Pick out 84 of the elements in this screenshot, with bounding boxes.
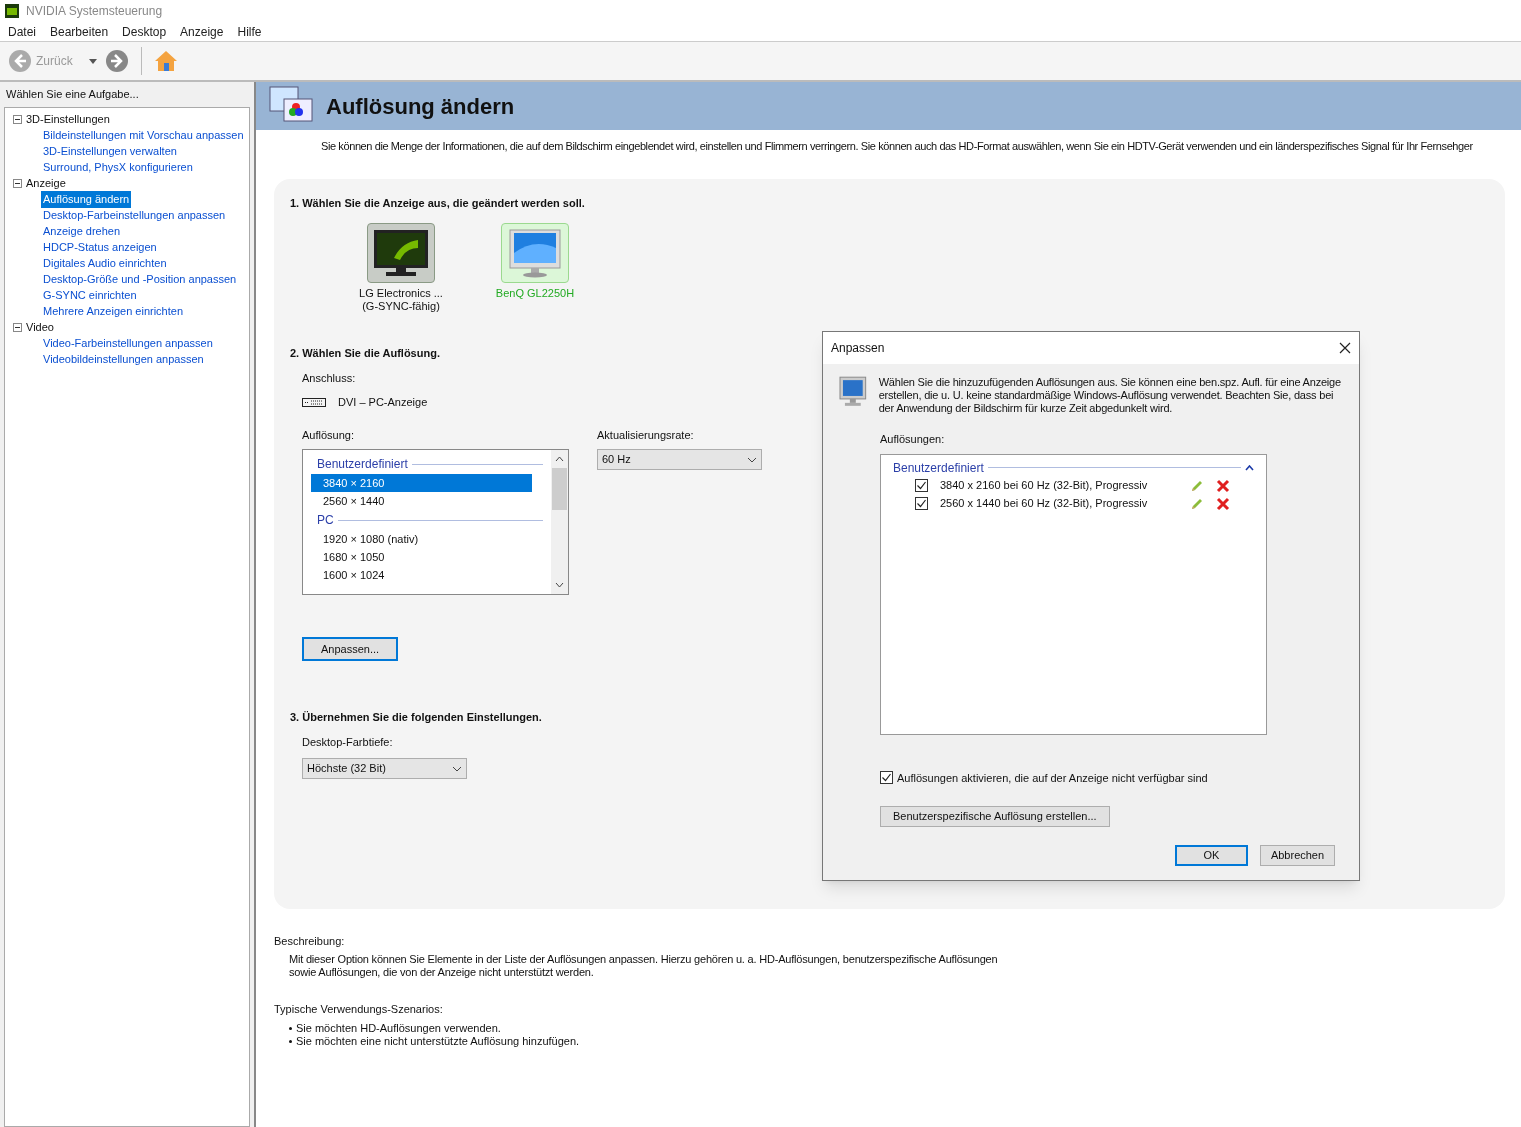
delete-icon[interactable]	[1216, 496, 1230, 511]
field-label: Desktop-Farbtiefe:	[302, 734, 393, 750]
field-label: Auflösungen:	[880, 432, 946, 447]
menu-item[interactable]: Desktop	[122, 22, 167, 41]
tree-item[interactable]: Digitales Audio einrichten	[41, 255, 169, 272]
tree-item[interactable]: Desktop-Größe und -Position anpassen	[41, 271, 239, 288]
tree-item[interactable]: 3D-Einstellungen verwalten	[41, 143, 179, 160]
window-title: NVIDIA Systemsteuerung	[26, 3, 163, 20]
bullet-icon	[289, 1039, 292, 1043]
dialog-message: Wählen Sie die hinzuzufügenden Auflösungen aus. Sie können eine ben.spz. Aufl. für eine Anzeige erstellen, die u. U. keine standardmäßige Windows-Auflösung verwendet. Beachten Sie, dass bei der Anwendung der Bildschirm für kurze Zeit abgedunkelt wird.	[878, 376, 1342, 415]
field-label: Auflösung:	[302, 427, 354, 443]
step-heading: 3. Übernehmen Sie die folgenden Einstellungen.	[290, 710, 543, 725]
delete-icon[interactable]	[1216, 478, 1230, 493]
menu-item[interactable]: Hilfe	[237, 22, 262, 41]
customize-button[interactable]: Anpassen...	[302, 637, 398, 661]
menu-item[interactable]: Anzeige	[180, 22, 224, 41]
field-label: Anschluss:	[302, 370, 356, 386]
scrollbar[interactable]	[551, 450, 568, 594]
menu-item[interactable]: Datei	[8, 22, 36, 41]
section-label: Beschreibung:	[274, 933, 346, 949]
tree-item[interactable]: G-SYNC einrichten	[41, 287, 139, 304]
checkbox-label: Auflösungen aktivieren, die auf der Anzeige nicht verfügbar sind	[897, 770, 1208, 786]
resolution-entry: 3840 x 2160 bei 60 Hz (32-Bit), Progressiv	[940, 478, 1149, 494]
list-item[interactable]: 1600 × 1024	[311, 566, 532, 584]
collapse-toggle-icon[interactable]	[13, 115, 22, 124]
scroll-up-icon[interactable]	[555, 456, 564, 462]
list-item[interactable]: 3840 × 2160	[311, 474, 532, 492]
dialog-title: Anpassen	[831, 340, 885, 357]
list-group-header: PC	[317, 512, 334, 529]
connector-type: DVI – PC-Anzeige	[338, 395, 428, 410]
step-heading: 2. Wählen Sie die Auflösung.	[290, 346, 440, 361]
collapse-toggle-icon[interactable]	[13, 323, 22, 332]
collapse-caret-icon[interactable]	[1245, 464, 1254, 471]
page-title: Auflösung ändern	[326, 92, 515, 121]
list-item[interactable]: 1680 × 1050	[311, 548, 532, 566]
connector-icon	[302, 397, 326, 407]
tree-item[interactable]: Videobildeinstellungen anpassen	[41, 351, 206, 368]
section-label: Typische Verwendungs-Szenarios:	[274, 1002, 444, 1017]
home-icon[interactable]	[153, 49, 178, 73]
description-text: Mit dieser Option können Sie Elemente in der Liste der Auflösungen anpassen. Hierzu gehören u. a. HD-Auflösungen, benutzerspezifische Auflösungen sowie Auflösungen, die von der Anzeige nicht unterstützt werden.	[289, 953, 999, 979]
tree-item[interactable]: Auflösung ändern	[41, 191, 132, 208]
scenario-text: Sie möchten eine nicht unterstützte Auflösung hinzufügen.	[296, 1034, 580, 1048]
scroll-down-icon[interactable]	[555, 582, 564, 588]
tree-group[interactable]: 3D-Einstellungen	[26, 111, 110, 128]
tree-item[interactable]: Surround, PhysX konfigurieren	[41, 159, 195, 176]
field-label: Aktualisierungsrate:	[597, 427, 694, 443]
dropdown-caret-icon[interactable]	[88, 58, 97, 64]
color-depth-dropdown[interactable]: Höchste (32 Bit)	[302, 758, 467, 779]
list-group-header: Benutzerdefiniert	[317, 456, 408, 473]
tree-item[interactable]: Mehrere Anzeigen einrichten	[41, 303, 186, 320]
create-resolution-button[interactable]: Benutzerspezifische Auflösung erstellen...	[880, 806, 1110, 827]
sidebar-heading: Wählen Sie eine Aufgabe...	[5, 87, 140, 102]
tree-item[interactable]: Bildeinstellungen mit Vorschau anpassen	[41, 127, 246, 144]
menu-item[interactable]: Bearbeiten	[50, 22, 109, 41]
tree-group[interactable]: Anzeige	[26, 175, 66, 192]
tree-item[interactable]: HDCP-Status anzeigen	[41, 239, 159, 256]
app-icon	[4, 3, 20, 19]
refresh-rate-dropdown[interactable]: 60 Hz	[597, 449, 762, 470]
chevron-down-icon	[747, 456, 757, 463]
scenario-text: Sie möchten HD-Auflösungen verwenden.	[296, 1021, 501, 1035]
list-item[interactable]: 1920 × 1080 (nativ)	[311, 530, 532, 548]
monitor-icon	[839, 376, 867, 408]
checkbox[interactable]	[880, 771, 893, 785]
display-tile[interactable]: LG Electronics ... (G-SYNC-fähig)	[346, 223, 456, 313]
tree-item[interactable]: Desktop-Farbeinstellungen anpassen	[41, 207, 228, 224]
monitor-icon	[506, 228, 564, 278]
checkbox[interactable]	[915, 497, 928, 510]
tree-item[interactable]: Video-Farbeinstellungen anpassen	[41, 335, 215, 352]
bullet-icon	[289, 1026, 292, 1030]
tree-item[interactable]: Anzeige drehen	[41, 223, 123, 240]
cancel-button[interactable]: Abbrechen	[1260, 845, 1335, 866]
close-icon[interactable]	[1339, 342, 1351, 354]
intro-text: Sie können die Menge der Informationen, die auf dem Bildschirm eingeblendet wird, einstellen und Flimmern verringern. Sie können auch das HD-Format auswählen, wenn Sie ein HDTV-Gerät verwenden und ein länderspezifisches Signal für Ihr Fernsehger	[320, 139, 1474, 154]
tree-group[interactable]: Video	[26, 319, 54, 336]
checkbox[interactable]	[915, 479, 928, 492]
resolution-list[interactable]: Benutzerdefiniert 3840 × 2160 2560 × 1440 PC 1920 × 1080 (nativ) 1680 × 1050 1600 × 1024	[302, 449, 569, 595]
resolution-entry: 2560 x 1440 bei 60 Hz (32-Bit), Progressiv	[940, 496, 1149, 512]
list-group-header: Benutzerdefiniert	[893, 459, 984, 477]
ok-button[interactable]: OK	[1175, 845, 1248, 866]
monitor-icon	[372, 228, 430, 278]
step-heading: 1. Wählen Sie die Anzeige aus, die geändert werden soll.	[290, 195, 586, 211]
list-item[interactable]: 2560 × 1440	[311, 492, 532, 510]
collapse-toggle-icon[interactable]	[13, 179, 22, 188]
chevron-down-icon	[452, 765, 462, 772]
